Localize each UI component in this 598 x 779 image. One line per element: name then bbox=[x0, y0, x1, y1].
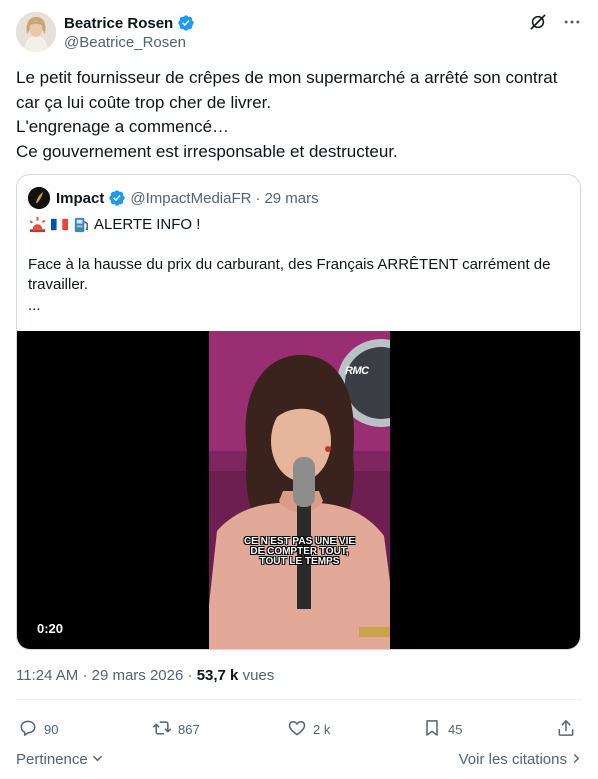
repost-button[interactable]: 867 bbox=[152, 716, 200, 742]
quote-separator: · bbox=[255, 189, 261, 207]
meta-separator: · bbox=[187, 667, 193, 684]
tweet-text: Le petit fournisseur de crêpes de mon su… bbox=[16, 66, 582, 164]
impact-logo-icon bbox=[28, 187, 50, 209]
author-handle[interactable]: @Beatrice_Rosen bbox=[64, 34, 195, 51]
quote-author-handle: @ImpactMediaFR bbox=[130, 189, 252, 207]
meta-separator: · bbox=[82, 667, 88, 684]
divider bbox=[16, 699, 582, 700]
bookmark-button[interactable]: 45 bbox=[422, 716, 462, 742]
grok-icon[interactable] bbox=[528, 12, 548, 32]
view-quotes-label: Voir les citations bbox=[458, 751, 567, 768]
rotating-light-icon bbox=[28, 215, 47, 234]
chevron-right-icon bbox=[571, 751, 582, 768]
like-icon bbox=[287, 718, 307, 741]
quoted-tweet[interactable]: Impact @ImpactMediaFR · 29 mars ALERTE I… bbox=[16, 174, 581, 650]
repost-icon bbox=[152, 718, 172, 741]
bookmark-count: 45 bbox=[448, 721, 463, 737]
like-count: 2 k bbox=[313, 721, 331, 737]
tweet-meta: 11:24 AM · 29 mars 2026 · 53,7 k vues bbox=[16, 667, 274, 684]
verified-badge-icon bbox=[177, 14, 195, 32]
tweet-line: car ça lui coûte trop cher de livrer. bbox=[16, 92, 272, 112]
tweet-line: L'engrenage a commencé… bbox=[16, 117, 230, 136]
share-button[interactable] bbox=[556, 716, 576, 742]
reply-button[interactable]: 90 bbox=[18, 716, 58, 742]
quote-ellipsis: ... bbox=[28, 297, 41, 314]
tweet-line: Ce gouvernement est irresponsable et des… bbox=[16, 141, 398, 161]
author-name[interactable]: Beatrice Rosen bbox=[64, 15, 173, 32]
video-player[interactable]: RMC CE N'EST PAS UNE VIE DE COMPTER TOUT… bbox=[17, 331, 580, 649]
video-caption: CE N'EST PAS UNE VIE DE COMPTER TOUT, TO… bbox=[209, 537, 390, 567]
caption-line: TOUT LE TEMPS bbox=[259, 556, 340, 567]
tweet-date[interactable]: 29 mars 2026 bbox=[92, 667, 184, 684]
bookmark-icon bbox=[422, 718, 442, 741]
repost-count: 867 bbox=[178, 721, 200, 737]
like-button[interactable]: 2 k bbox=[287, 716, 330, 742]
tweet-line: Le petit fournisseur de crêpes de mon su… bbox=[16, 68, 558, 87]
alert-text: ALERTE INFO ! bbox=[94, 216, 201, 233]
sort-label: Pertinence bbox=[16, 751, 88, 768]
verified-badge-icon bbox=[108, 189, 126, 207]
tweet-header: Beatrice Rosen @Beatrice_Rosen bbox=[16, 10, 582, 54]
view-quotes-link[interactable]: Voir les citations bbox=[459, 751, 582, 768]
fuel-pump-icon bbox=[72, 215, 91, 234]
tweet-time[interactable]: 11:24 AM bbox=[16, 667, 78, 684]
footer-bar: Pertinence Voir les citations bbox=[16, 751, 582, 771]
quote-author-name: Impact bbox=[56, 189, 105, 207]
share-icon bbox=[556, 718, 576, 741]
france-flag-icon bbox=[50, 215, 69, 234]
more-icon[interactable] bbox=[562, 12, 582, 32]
video-frame: RMC CE N'EST PAS UNE VIE DE COMPTER TOUT… bbox=[209, 331, 390, 649]
video-duration: 0:20 bbox=[37, 621, 64, 636]
avatar[interactable] bbox=[16, 12, 56, 52]
quote-date: 29 mars bbox=[264, 189, 319, 207]
channel-logo: RMC bbox=[345, 365, 369, 377]
views-count: 53,7 k bbox=[196, 667, 239, 684]
chevron-down-icon bbox=[92, 751, 103, 768]
quote-body: Face à la hausse du prix du carburant, d… bbox=[28, 256, 551, 293]
reply-count: 90 bbox=[44, 721, 59, 737]
sort-dropdown[interactable]: Pertinence bbox=[16, 751, 103, 768]
reply-icon bbox=[18, 718, 38, 741]
views-label: vues bbox=[242, 667, 275, 684]
action-bar: 90 867 2 k 45 bbox=[16, 716, 582, 742]
